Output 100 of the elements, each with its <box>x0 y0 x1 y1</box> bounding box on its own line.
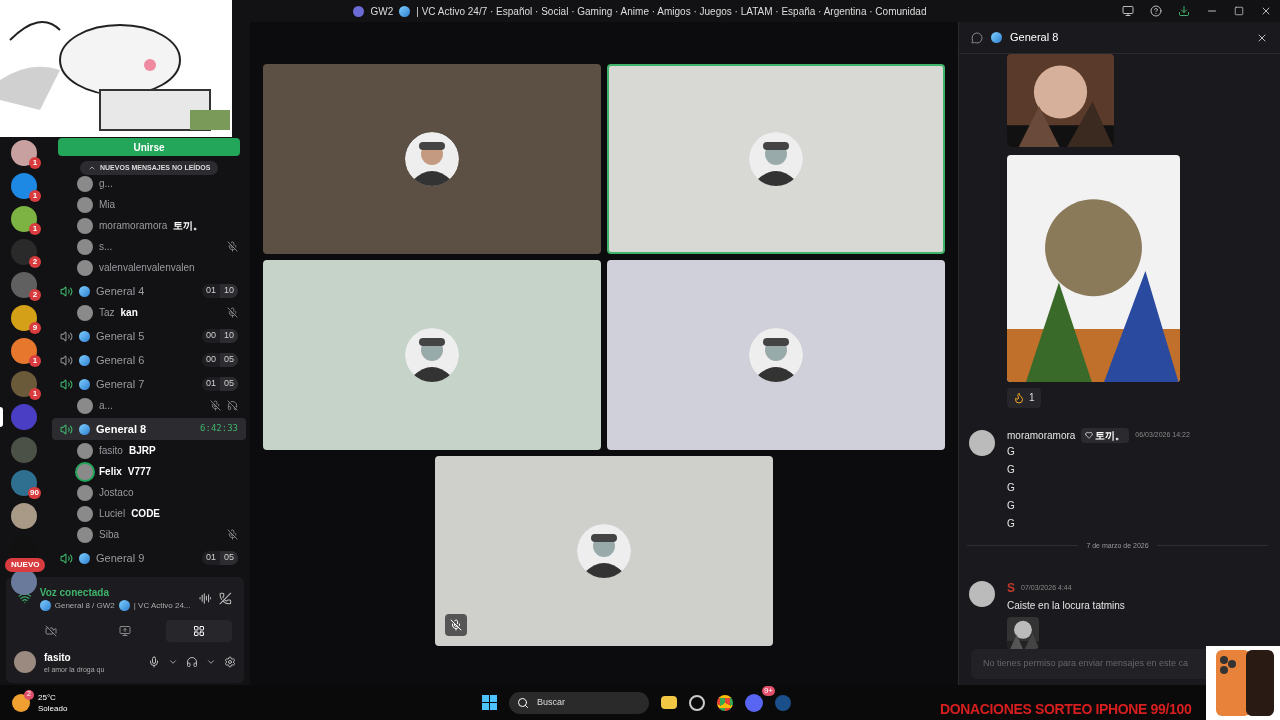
headphones-icon[interactable] <box>186 656 198 669</box>
user-avatar[interactable] <box>969 429 995 456</box>
donation-text: DONACIONES SORTEO IPHONE 99/100 <box>940 700 1192 719</box>
microphone-icon[interactable] <box>148 656 160 669</box>
channel-name: General 9 <box>96 550 146 566</box>
call-timer: 6:42:33 <box>200 422 238 436</box>
user-tag: CODE <box>131 506 161 521</box>
user-count: 00 05 <box>201 353 238 367</box>
voice-channel[interactable]: General 8 6:42:33 <box>52 418 246 440</box>
globe-icon <box>991 32 1002 43</box>
taskbar-search[interactable]: Buscar <box>509 691 649 714</box>
browser-icon[interactable] <box>717 694 733 711</box>
server-logo-icon <box>353 5 365 17</box>
unread-badge: 2 <box>29 289 41 301</box>
message-author[interactable]: moramoramora <box>1007 427 1076 443</box>
user-name[interactable]: Jostaco <box>99 485 134 500</box>
activities-button[interactable] <box>166 619 232 642</box>
unread-badge: 2 <box>29 256 41 268</box>
globe-icon <box>118 600 130 611</box>
voice-channel[interactable]: General 6 00 05 <box>52 349 246 371</box>
user-tag: 토끼。 <box>173 218 204 233</box>
user-name[interactable]: fasito <box>99 443 123 458</box>
notification-badge: 9+ <box>761 685 775 696</box>
user-name[interactable]: Felix <box>99 464 122 479</box>
chat-title: General 8 <box>1010 30 1060 46</box>
globe-icon <box>79 552 90 564</box>
user-name[interactable]: Taz <box>99 305 115 320</box>
unread-badge: 1 <box>29 190 41 202</box>
user-tag: BJRP <box>128 443 156 458</box>
channel-name: General 4 <box>96 283 146 299</box>
windows-start-icon[interactable] <box>482 695 497 710</box>
user-name[interactable]: moramoramora <box>99 218 168 233</box>
user-tag: 토끼。 <box>1081 427 1130 443</box>
unread-badge: 90 <box>28 487 41 499</box>
user-avatar[interactable] <box>14 651 36 674</box>
voice-status: Voz conectada <box>39 585 110 600</box>
video-tile[interactable] <box>607 64 945 254</box>
globe-icon <box>399 5 411 17</box>
unread-badge: 1 <box>29 388 41 400</box>
globe-icon <box>39 600 51 611</box>
globe-icon <box>79 354 90 366</box>
user-name[interactable]: Mia <box>99 197 116 212</box>
unread-badge: 9 <box>29 322 41 334</box>
download-icon[interactable] <box>1178 5 1190 17</box>
mic-off-icon <box>450 619 462 631</box>
user-name[interactable]: a... <box>99 398 113 413</box>
video-tile[interactable] <box>607 260 945 450</box>
discord-icon[interactable] <box>745 693 763 712</box>
channel-name: General 6 <box>96 352 146 368</box>
temperature: 25°C <box>38 691 57 703</box>
folder-icon[interactable] <box>661 696 677 709</box>
camera-off-icon <box>45 624 57 637</box>
video-tile[interactable] <box>435 456 773 646</box>
voice-channel[interactable]: General 7 01 05 <box>52 373 246 395</box>
user-name[interactable]: Luciel <box>99 506 126 521</box>
message-text: G <box>1007 462 1016 477</box>
message-text: G <box>1007 498 1016 513</box>
voice-location[interactable]: General 8 / GW2 <box>54 599 115 612</box>
message-text: G <box>1007 480 1016 495</box>
globe-icon <box>79 285 90 297</box>
channel-name: General 8 <box>96 421 148 437</box>
user-name[interactable]: Siba <box>99 527 119 542</box>
user-count: 01 05 <box>201 377 238 391</box>
screen-share-icon <box>119 624 131 637</box>
voice-channel[interactable]: General 5 00 10 <box>52 325 246 347</box>
grid-icon <box>193 624 205 637</box>
disconnect-icon[interactable] <box>219 591 232 605</box>
video-tile[interactable] <box>263 260 601 450</box>
message-text: G <box>1007 516 1016 531</box>
user-avatar[interactable] <box>969 581 995 607</box>
user-count: 01 05 <box>201 551 238 565</box>
new-badge: NUEVO <box>5 558 46 572</box>
user-count: 00 10 <box>201 329 238 343</box>
app-icon[interactable] <box>689 694 705 711</box>
server-name: GW2 <box>370 4 394 19</box>
message-text: G <box>1007 444 1016 459</box>
user-name[interactable]: valenvalenvalenvalen <box>99 260 195 275</box>
window-title: | VC Activo 24/7 · Español · Social · Gaming · Anime · Amigos · Juegos · LATAM · España · Argentina · Comunidad <box>416 4 927 19</box>
reaction-chip[interactable]: 1 <box>1007 387 1041 408</box>
globe-icon <box>79 330 90 342</box>
channel-name: General 5 <box>96 328 146 344</box>
channel-name: General 7 <box>96 376 146 392</box>
maximize-icon[interactable] <box>1234 6 1244 16</box>
user-name[interactable]: g... <box>99 176 113 191</box>
globe-icon <box>79 423 90 435</box>
thread-icon <box>971 31 983 44</box>
close-icon[interactable] <box>1260 5 1272 17</box>
message-text: Caiste en la locura tatmins <box>1007 599 1126 613</box>
video-tile[interactable] <box>263 64 601 254</box>
voice-channel[interactable]: General 4 01 10 <box>52 280 246 302</box>
noise-suppression-icon[interactable] <box>198 591 212 605</box>
user-name[interactable]: s... <box>99 239 113 254</box>
heart-icon <box>1085 431 1094 439</box>
chevron-up-icon <box>88 164 96 172</box>
unread-badge: 1 <box>29 157 41 169</box>
help-icon[interactable] <box>1150 5 1162 17</box>
globe-icon <box>79 378 90 390</box>
weather-icon[interactable] <box>12 693 30 712</box>
settings-icon[interactable] <box>224 656 236 669</box>
voice-channel[interactable]: General 9 01 05 <box>52 547 246 569</box>
